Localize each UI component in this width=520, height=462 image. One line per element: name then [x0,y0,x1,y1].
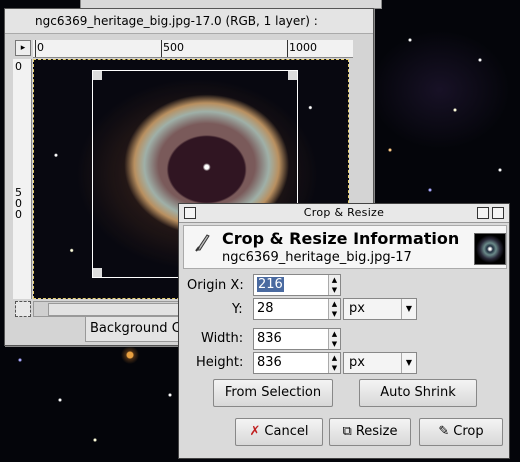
width-spin-arrows[interactable]: ▲ ▼ [328,329,340,349]
width-value: 836 [257,331,282,346]
origin-y-spin-arrows[interactable]: ▲ ▼ [328,299,340,319]
crop-button[interactable]: ✎ Crop [419,418,503,446]
window-menu-icon[interactable] [184,207,196,219]
from-selection-button[interactable]: From Selection [213,379,333,407]
dialog-title: Crop & Resize [303,206,385,219]
resize-label: Resize [355,424,398,439]
origin-y-value: 28 [257,301,274,316]
resize-icon: ⧉ [342,424,352,439]
crop-tool-icon [195,234,210,252]
hruler-label-1000: 1000 [289,41,317,54]
header-title: Crop & Resize Information [222,229,460,248]
height-label: Height: [196,355,244,370]
maximize-icon[interactable] [477,207,489,219]
size-unit-value: px [349,355,365,370]
crop-handle-top-left[interactable] [93,71,102,80]
height-input[interactable]: 836 ▲ ▼ [253,352,341,374]
vertical-ruler: 0 5 0 0 [13,59,32,299]
info-header: Crop & Resize Information ngc6369_herita… [183,225,507,269]
origin-x-spin-arrows[interactable]: ▲ ▼ [328,275,340,295]
size-unit-select[interactable]: px ▼ [343,352,417,374]
resize-button[interactable]: ⧉ Resize [329,418,411,446]
crop-resize-dialog: Crop & Resize Crop & Resize Information … [178,203,510,459]
chevron-down-icon: ▼ [401,299,416,319]
cancel-label: Cancel [264,424,309,439]
image-window-title: ngc6369_heritage_big.jpg-17.0 (RGB, 1 la… [5,9,373,34]
origin-unit-select[interactable]: px ▼ [343,298,417,320]
menu-arrow-button[interactable]: ▸ [15,40,31,56]
origin-y-label: Y: [232,302,243,317]
header-subtitle: ngc6369_heritage_big.jpg-17 [222,250,412,265]
shade-icon[interactable] [492,207,504,219]
hruler-label-500: 500 [163,41,184,54]
dialog-titlebar[interactable]: Crop & Resize [179,204,509,223]
origin-x-label: Origin X: [187,278,244,293]
origin-x-value: 216 [257,277,284,292]
width-input[interactable]: 836 ▲ ▼ [253,328,341,350]
navigate-icon[interactable] [15,301,31,317]
image-thumbnail [474,233,506,265]
cancel-button[interactable]: ✗ Cancel [235,418,323,446]
auto-shrink-button[interactable]: Auto Shrink [359,379,477,407]
hruler-label-0: 0 [37,41,44,54]
chevron-down-icon: ▼ [401,353,416,373]
crop-label: Crop [453,424,484,439]
vruler-label-0: 0 [15,60,22,73]
height-spin-arrows[interactable]: ▲ ▼ [328,353,340,373]
vruler-label-0c: 0 [15,208,22,221]
height-value: 836 [257,355,282,370]
origin-y-input[interactable]: 28 ▲ ▼ [253,298,341,320]
crop-handle-top-right[interactable] [288,71,297,80]
origin-unit-value: px [349,301,365,316]
close-icon: ✗ [249,424,261,439]
layer-status-field: Background C [85,316,191,342]
width-label: Width: [201,331,244,346]
crop-knife-icon: ✎ [438,424,450,439]
origin-x-input[interactable]: 216 ▲ ▼ [253,274,341,296]
horizontal-ruler: 0 500 1000 [33,40,353,58]
crop-handle-bottom-left[interactable] [93,268,102,277]
